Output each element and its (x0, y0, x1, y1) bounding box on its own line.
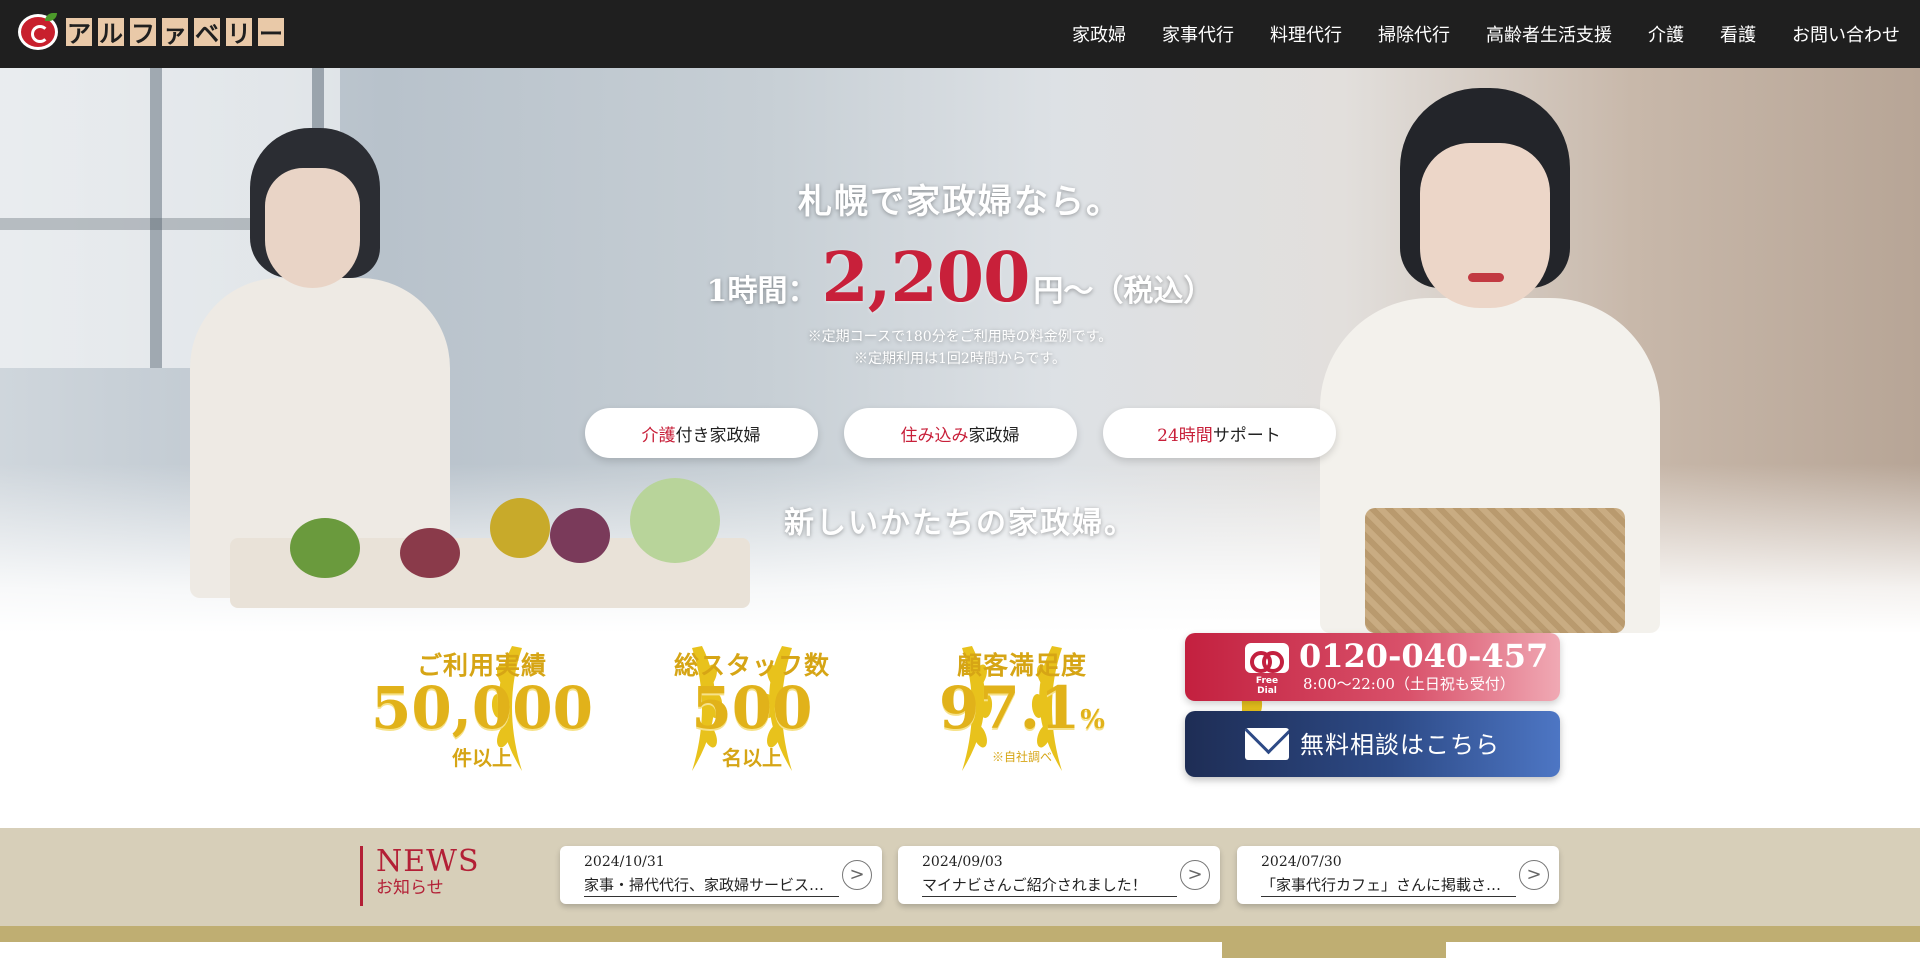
news-date: 2024/09/03 (922, 854, 1003, 870)
stat-value: 97.1% (897, 674, 1147, 742)
pill-24h-support-button[interactable]: 24時間 サポート (1102, 408, 1336, 458)
pill-text: サポート (1212, 425, 1281, 446)
stat-satisfaction: 顧客満足度 97.1% ※自社調べ (897, 636, 1263, 776)
pill-live-in-kaseifu-button[interactable]: 住み込み 家政婦 (843, 408, 1077, 458)
next-section-tab (1222, 942, 1446, 958)
nav-item-nursing[interactable]: 看護 (1720, 21, 1756, 47)
hero-tagline-2: 新しいかたちの家政婦。 (784, 506, 1136, 541)
logo-char: フ (128, 16, 158, 48)
price-note-2: ※定期利用は1回2時間からです。 (854, 351, 1066, 367)
pill-care-kaseifu-button[interactable]: 介護 付き家政婦 (584, 408, 818, 458)
pill-text: 家政婦 (968, 425, 1020, 446)
pill-accent: 24時間 (1157, 425, 1213, 446)
nav-item-elderly-support[interactable]: 高齢者生活支援 (1486, 21, 1612, 47)
logo-char: ア (64, 16, 94, 48)
section-divider (0, 926, 1920, 942)
pill-accent: 介護 (641, 425, 676, 446)
price-note-1: ※定期コースで180分をご利用時の料金例です。 (807, 329, 1113, 345)
price-prefix: 1時間： (706, 274, 818, 309)
news-headline-link[interactable]: 家事・掃代代行、家政婦サービス… (584, 874, 839, 897)
stat-unit: 名以上 (722, 746, 782, 770)
news-headline-link[interactable]: 「家事代行カフェ」さんに掲載さ… (1261, 874, 1516, 897)
nav-item-care[interactable]: 介護 (1648, 21, 1684, 47)
news-subtitle: お知らせ (376, 878, 444, 898)
stat-unit: 件以上 (452, 746, 512, 770)
stat-value: 500 (691, 674, 813, 742)
news-card[interactable]: 2024/07/30 「家事代行カフェ」さんに掲載さ… > (1237, 846, 1559, 904)
hero-price: 1時間： 2,200 円～（税込） (0, 238, 1920, 318)
freedial-icon: Free Dial (1245, 643, 1289, 696)
logo-wordmark: ア ル フ ァ ベ リ ー (64, 16, 286, 48)
pill-accent: 住み込み (900, 425, 969, 446)
hero-tagline: 札幌で家政婦なら。 (798, 182, 1122, 222)
news-headline-link[interactable]: マイナビさんご紹介されました！ (922, 874, 1177, 897)
phone-hours: 8:00～22:00（土日祝も受付） (1303, 675, 1515, 693)
news-date: 2024/07/30 (1261, 854, 1342, 870)
nav-item-contact[interactable]: お問い合わせ (1792, 21, 1900, 47)
stat-suffix: % (1080, 705, 1105, 735)
freedial-label: Free Dial (1255, 676, 1279, 696)
pill-text: 付き家政婦 (675, 425, 761, 446)
logo-char: リ (224, 16, 254, 48)
nav-item-cooking[interactable]: 料理代行 (1270, 21, 1342, 47)
site-logo[interactable]: ア ル フ ァ ベ リ ー (18, 13, 286, 50)
free-consultation-button[interactable]: 無料相談はこちら (1185, 711, 1560, 777)
logo-mark-icon (18, 13, 58, 50)
nav-item-cleaning[interactable]: 掃除代行 (1378, 21, 1450, 47)
logo-char: ァ (160, 16, 190, 48)
nav-item-kaseifu[interactable]: 家政婦 (1072, 21, 1126, 47)
stat-number: 97.1 (939, 674, 1081, 742)
nav-item-housework[interactable]: 家事代行 (1162, 21, 1234, 47)
hero-banner: 札幌で家政婦なら。 1時間： 2,200 円～（税込） ※定期コースで180分を… (0, 68, 1920, 633)
phone-number: 0120-040-457 (1299, 637, 1549, 675)
chevron-right-icon[interactable]: > (1180, 860, 1210, 890)
news-section: NEWS お知らせ 2024/10/31 家事・掃代代行、家政婦サービス… > … (0, 828, 1920, 926)
service-pill-row: 介護 付き家政婦 住み込み 家政婦 24時間 サポート (0, 408, 1920, 458)
price-value: 2,200 (821, 238, 1030, 318)
news-title: NEWS (376, 844, 480, 879)
news-heading: NEWS お知らせ (360, 846, 480, 906)
mail-icon (1245, 728, 1289, 760)
stat-usage-record: ご利用実績 50,000 件以上 (357, 636, 723, 776)
stat-value: 50,000 (371, 674, 593, 742)
logo-char: ー (256, 16, 286, 48)
news-date: 2024/10/31 (584, 854, 665, 870)
chevron-right-icon[interactable]: > (1519, 860, 1549, 890)
chevron-right-icon[interactable]: > (842, 860, 872, 890)
logo-char: ル (96, 16, 126, 48)
main-nav: 家政婦 家事代行 料理代行 掃除代行 高齢者生活支援 介護 看護 お問い合わせ (1072, 0, 1900, 68)
free-consultation-label: 無料相談はこちら (1300, 731, 1500, 759)
site-header: ア ル フ ァ ベ リ ー 家政婦 家事代行 料理代行 掃除代行 高齢者生活支援… (0, 0, 1920, 68)
freedial-phone-button[interactable]: Free Dial 0120-040-457 8:00～22:00（土日祝も受付… (1185, 633, 1560, 701)
logo-char: ベ (192, 16, 222, 48)
news-card[interactable]: 2024/10/31 家事・掃代代行、家政婦サービス… > (560, 846, 882, 904)
price-suffix: 円～（税込） (1033, 274, 1214, 309)
news-card[interactable]: 2024/09/03 マイナビさんご紹介されました！ > (898, 846, 1220, 904)
stat-note: ※自社調べ (991, 750, 1052, 764)
stat-staff-count: 総スタッフ数 500 名以上 (627, 636, 993, 776)
next-section-top (0, 942, 1920, 958)
